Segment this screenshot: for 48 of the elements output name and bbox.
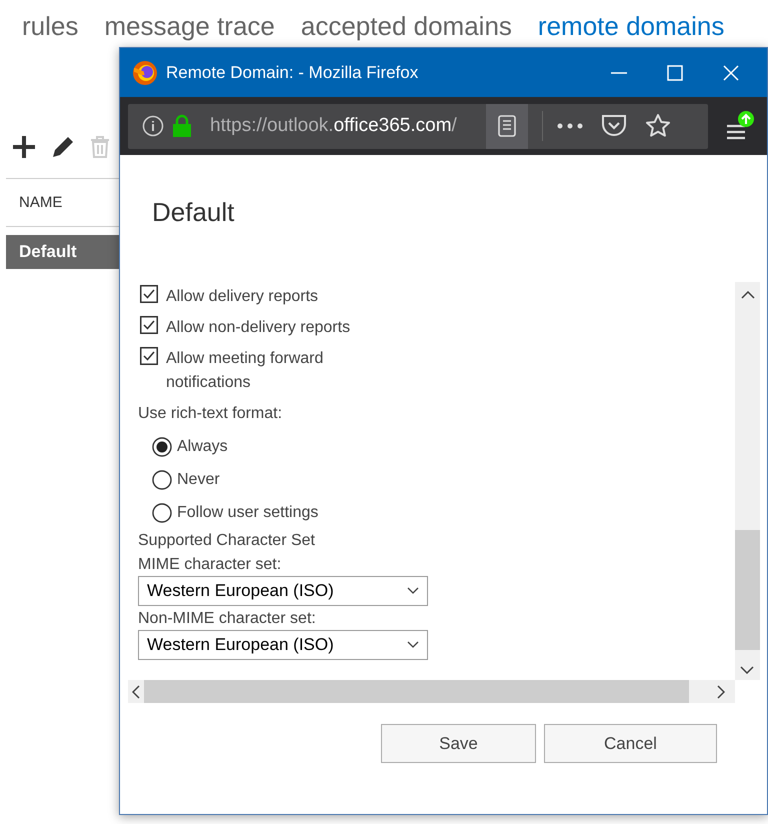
- radio-button[interactable]: [152, 470, 172, 490]
- vertical-scrollbar[interactable]: [735, 282, 760, 680]
- scroll-right-icon[interactable]: [717, 684, 725, 698]
- pocket-icon[interactable]: [601, 114, 627, 138]
- radio-label: Never: [177, 470, 220, 488]
- field-label: Non-MIME character set:: [138, 609, 317, 629]
- reader-view-icon[interactable]: [498, 115, 516, 137]
- horizontal-scrollbar[interactable]: [128, 680, 735, 703]
- checkbox[interactable]: [140, 285, 158, 303]
- close-icon[interactable]: [723, 64, 739, 80]
- pencil-icon[interactable]: [50, 134, 76, 160]
- group-label: Use rich-text format:: [138, 404, 284, 424]
- scroll-up-icon[interactable]: [740, 291, 754, 299]
- table-row[interactable]: Default: [6, 235, 119, 269]
- window-title: Remote Domain: - Mozilla Firefox: [166, 62, 420, 82]
- checkbox-label: Allow meeting forward notifications: [166, 349, 324, 393]
- info-icon[interactable]: [142, 115, 164, 137]
- nav-tab[interactable]: rules: [22, 6, 78, 46]
- radio-button[interactable]: [152, 436, 172, 456]
- checkbox-label: Allow non-delivery reports: [166, 318, 352, 338]
- page-heading: Default: [152, 196, 236, 229]
- column-header: NAME: [19, 194, 62, 211]
- charset-dropdown[interactable]: Western European (ISO): [138, 630, 428, 660]
- more-icon[interactable]: [557, 123, 583, 129]
- scroll-left-icon[interactable]: [132, 684, 140, 698]
- scroll-down-icon[interactable]: [740, 666, 754, 674]
- menu-update-icon[interactable]: [725, 110, 755, 142]
- chevron-down-icon: [407, 587, 419, 595]
- lock-icon[interactable]: [172, 114, 192, 138]
- field-label: MIME character set:: [138, 555, 282, 575]
- firefox-logo-icon: [132, 60, 158, 86]
- star-icon[interactable]: [645, 113, 671, 139]
- checkbox[interactable]: [140, 316, 158, 334]
- chevron-down-icon: [407, 641, 419, 649]
- checkbox[interactable]: [140, 347, 158, 365]
- nav-tab[interactable]: remote domains: [538, 6, 724, 46]
- add-icon[interactable]: [12, 135, 36, 159]
- dialog-button[interactable]: Cancel: [544, 724, 717, 763]
- nav-tab[interactable]: accepted domains: [300, 6, 512, 46]
- maximize-icon[interactable]: [667, 64, 683, 80]
- radio-label: Always: [177, 438, 228, 456]
- charset-dropdown[interactable]: Western European (ISO): [138, 576, 428, 606]
- radio-button[interactable]: [152, 502, 172, 522]
- dialog-button[interactable]: Save: [381, 724, 536, 763]
- checkbox-label: Allow delivery reports: [166, 287, 320, 307]
- section-label: Supported Character Set: [138, 531, 316, 551]
- nav-tab[interactable]: message trace: [104, 6, 275, 46]
- radio-label: Follow user settings: [177, 504, 318, 522]
